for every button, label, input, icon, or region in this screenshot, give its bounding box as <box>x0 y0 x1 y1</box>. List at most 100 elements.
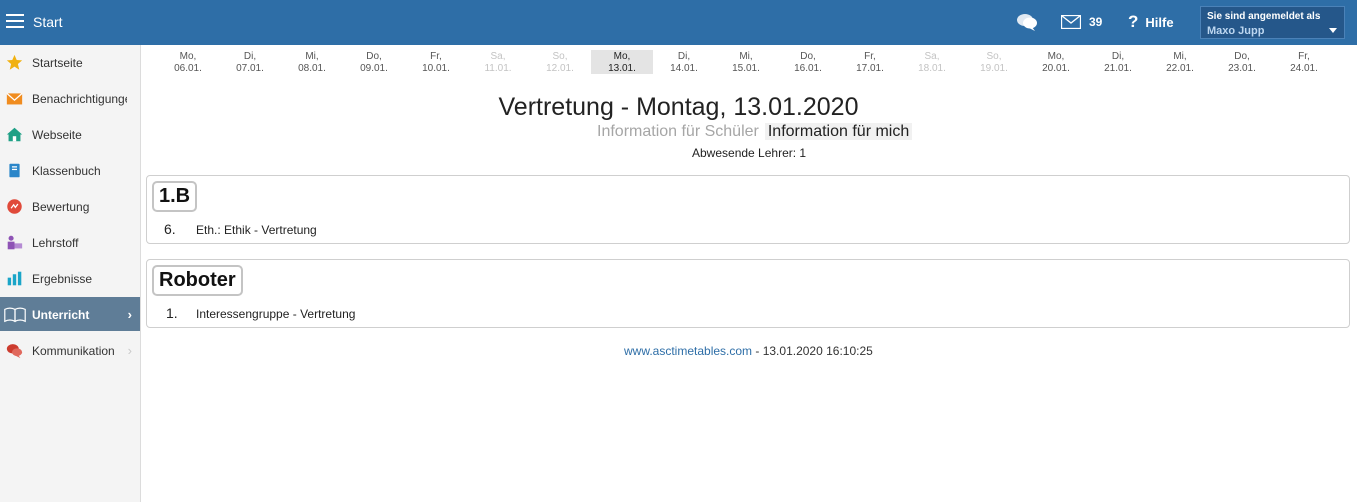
day-weekday: Mi, <box>739 51 753 62</box>
tab-students[interactable]: Information für Schüler <box>597 123 759 140</box>
day-tab[interactable]: Sa, 18.01. <box>901 50 963 74</box>
day-weekday: Sa, <box>490 51 506 62</box>
day-date: 13.01. <box>608 63 636 74</box>
sidebar-item-startseite[interactable]: Startseite <box>0 45 140 79</box>
day-weekday: So, <box>986 51 1002 62</box>
top-bar: Start 39 ? Hilfe Sie sind angemeldet als … <box>0 0 1357 45</box>
day-tab[interactable]: Mi, 08.01. <box>281 50 343 74</box>
sidebar-item-klassenbuch[interactable]: Klassenbuch <box>0 153 140 187</box>
day-date: 24.01. <box>1290 63 1318 74</box>
day-tab[interactable]: Fr, 10.01. <box>405 50 467 74</box>
day-weekday: Mo, <box>1047 51 1065 62</box>
home-icon <box>6 127 23 142</box>
chevron-right-icon: › <box>127 307 132 322</box>
day-tab[interactable]: Mo, 20.01. <box>1025 50 1087 74</box>
day-weekday: Fr, <box>430 51 442 62</box>
day-weekday: Di, <box>1111 51 1125 62</box>
question-icon: ? <box>1128 12 1139 31</box>
sidebar-item-label: Lehrstoff <box>32 236 79 250</box>
day-tab[interactable]: Mo, 13.01. <box>591 50 653 74</box>
footer-link[interactable]: www.asctimetables.com <box>624 344 752 358</box>
absent-teachers: Abwesende Lehrer: 1 <box>692 146 807 160</box>
mail-icon[interactable] <box>1061 15 1081 29</box>
day-weekday: Mi, <box>305 51 319 62</box>
day-tab[interactable]: Mi, 15.01. <box>715 50 777 74</box>
day-tab[interactable]: Fr, 17.01. <box>839 50 901 74</box>
sidebar-item-label: Kommunikation <box>32 344 115 358</box>
help-button[interactable]: ? Hilfe <box>1128 12 1174 32</box>
day-date: 08.01. <box>298 63 326 74</box>
substitution-text: Eth.: Ethik - Vertretung <box>196 223 317 237</box>
sidebar-item-label: Bewertung <box>32 200 90 214</box>
day-weekday: Do, <box>1234 51 1250 62</box>
day-tab[interactable]: Di, 21.01. <box>1087 50 1149 74</box>
menu-icon[interactable] <box>6 14 24 28</box>
sidebar-item-kommunikation[interactable]: Kommunikation › <box>0 333 140 367</box>
sidebar-item-ergebnisse[interactable]: Ergebnisse <box>0 261 140 295</box>
day-tab[interactable]: Di, 14.01. <box>653 50 715 74</box>
sidebar-item-label: Startseite <box>32 56 83 70</box>
chat-icon[interactable] <box>1016 12 1038 32</box>
class-name: Roboter <box>152 265 243 296</box>
day-weekday: Mo, <box>613 51 631 62</box>
substitution-text: Interessengruppe - Vertretung <box>196 307 356 321</box>
day-weekday: Mi, <box>1173 51 1187 62</box>
sidebar-item-label: Webseite <box>32 128 82 142</box>
class-card: 1.B 6. Eth.: Ethik - Vertretung <box>146 175 1350 244</box>
day-weekday: So, <box>552 51 568 62</box>
day-tab[interactable]: Do, 23.01. <box>1211 50 1273 74</box>
day-tab[interactable]: Mo, 06.01. <box>157 50 219 74</box>
day-date: 06.01. <box>174 63 202 74</box>
day-weekday: Fr, <box>864 51 876 62</box>
period-number: 6. <box>164 221 176 237</box>
speech-bubbles-icon <box>6 344 23 359</box>
user-menu[interactable]: Sie sind angemeldet als Maxo Jupp <box>1200 6 1345 39</box>
sidebar-item-label: Ergebnisse <box>32 272 93 286</box>
day-weekday: Sa, <box>924 51 940 62</box>
sidebar-item-unterricht[interactable]: Unterricht › <box>0 297 140 331</box>
class-name: 1.B <box>152 181 198 212</box>
help-label: Hilfe <box>1145 15 1174 30</box>
sidebar-item-lehrstoff[interactable]: Lehrstoff <box>0 225 140 259</box>
day-tab[interactable]: So, 19.01. <box>963 50 1025 74</box>
user-caption: Sie sind angemeldet als <box>1207 11 1321 22</box>
day-date: 11.01. <box>484 63 512 74</box>
day-weekday: Di, <box>677 51 691 62</box>
day-date: 23.01. <box>1228 63 1256 74</box>
day-tab[interactable]: Fr, 24.01. <box>1273 50 1335 74</box>
day-date: 19.01. <box>980 63 1008 74</box>
book-icon <box>9 163 20 178</box>
day-date: 10.01. <box>422 63 450 74</box>
day-tab[interactable]: Sa, 11.01. <box>467 50 529 74</box>
open-book-icon <box>4 307 26 323</box>
day-date: 07.01. <box>236 63 264 74</box>
day-tab[interactable]: Do, 09.01. <box>343 50 405 74</box>
day-date: 22.01. <box>1166 63 1194 74</box>
sidebar-item-label: Klassenbuch <box>32 164 101 178</box>
day-date: 12.01. <box>546 63 574 74</box>
day-date: 14.01. <box>670 63 698 74</box>
class-card: Roboter 1. Interessengruppe - Vertretung <box>146 259 1350 328</box>
sidebar-item-bewertung[interactable]: Bewertung <box>0 189 140 223</box>
mail-count-badge: 39 <box>1089 15 1103 29</box>
day-tab[interactable]: Do, 16.01. <box>777 50 839 74</box>
sidebar-item-label: Unterricht <box>32 308 90 322</box>
caret-down-icon <box>1329 28 1337 33</box>
footer: www.asctimetables.com - 13.01.2020 16:10… <box>624 344 873 358</box>
page-title: Vertretung - Montag, 13.01.2020 <box>498 93 859 121</box>
day-tab[interactable]: So, 12.01. <box>529 50 591 74</box>
day-tab[interactable]: Di, 07.01. <box>219 50 281 74</box>
day-weekday: Di, <box>243 51 257 62</box>
day-date: 21.01. <box>1104 63 1132 74</box>
app-title[interactable]: Start <box>33 14 63 30</box>
footer-timestamp: - 13.01.2020 16:10:25 <box>752 344 873 358</box>
teacher-icon <box>7 235 23 250</box>
tab-me[interactable]: Information für mich <box>764 123 913 140</box>
day-date: 16.01. <box>794 63 822 74</box>
grade-icon <box>7 199 22 214</box>
day-date: 18.01. <box>918 63 946 74</box>
user-name: Maxo Jupp <box>1207 25 1265 37</box>
day-weekday: Do, <box>800 51 816 62</box>
sidebar-item-webseite[interactable]: Webseite <box>0 117 140 151</box>
day-tab[interactable]: Mi, 22.01. <box>1149 50 1211 74</box>
